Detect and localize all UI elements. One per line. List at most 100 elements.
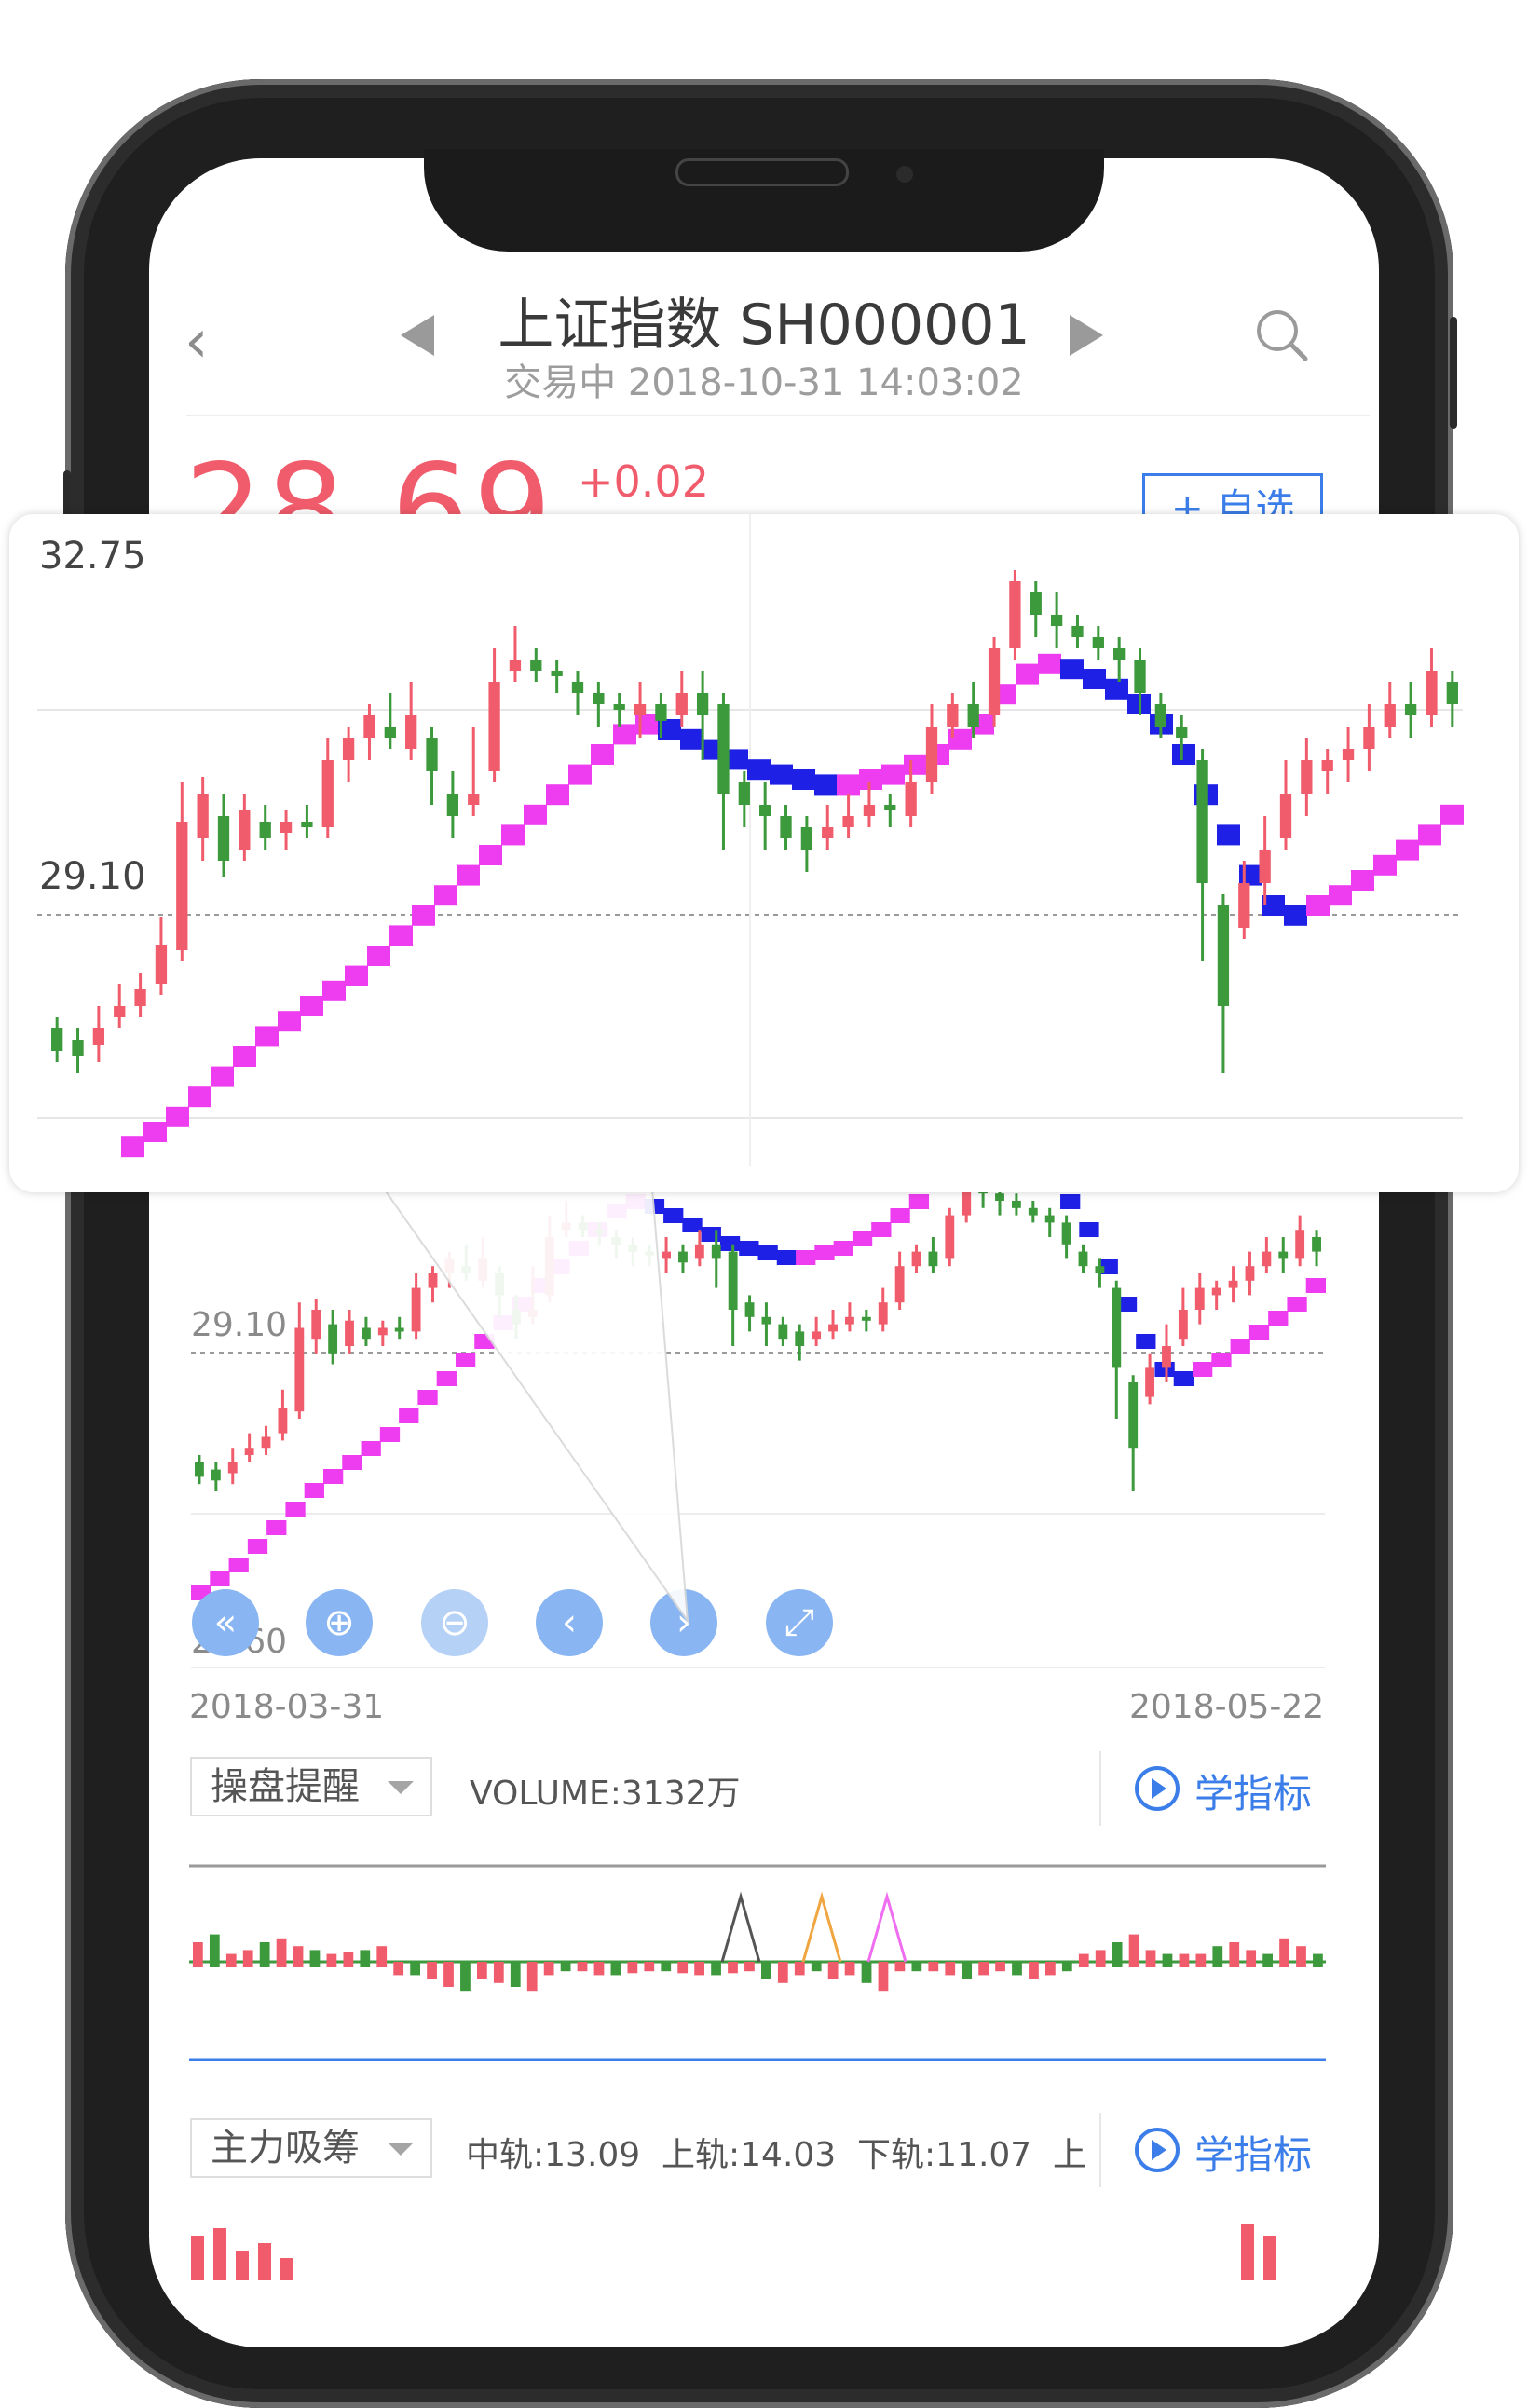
popup-ma-segment [904, 754, 927, 775]
popup-candle [1113, 648, 1126, 660]
popup-candle [342, 738, 355, 760]
popup-ma-segment [747, 759, 771, 781]
popup-candle [1321, 760, 1333, 771]
popup-ma-segment [211, 1066, 234, 1087]
popup-candle [1404, 704, 1417, 715]
popup-candle [863, 805, 876, 816]
popup-ma-segment [1440, 804, 1464, 825]
popup-ma-segment [1038, 653, 1061, 674]
popup-candle [530, 660, 542, 671]
popup-ma-segment [1306, 895, 1330, 916]
popup-ma-segment [389, 925, 413, 946]
popup-ma-segment [524, 804, 547, 825]
popup-ma-segment [792, 769, 815, 790]
popup-candle [675, 693, 688, 715]
popup-candle [1279, 794, 1292, 838]
popup-ma-segment [1239, 864, 1262, 886]
popup-y-mid-label: 29.10 [39, 855, 146, 898]
popup-ma-segment [613, 724, 636, 745]
popup-candle [51, 1028, 63, 1051]
popup-candle [155, 945, 168, 984]
popup-candle [1092, 637, 1104, 648]
popup-candle [842, 816, 854, 827]
popup-candle [800, 827, 813, 850]
popup-candle [1384, 704, 1396, 727]
popup-candle [1363, 727, 1375, 749]
popup-ma-segment [188, 1086, 211, 1108]
popup-candle [72, 1040, 84, 1056]
popup-candle [321, 760, 334, 827]
popup-candle [114, 1006, 126, 1017]
popup-ma-segment [591, 744, 614, 765]
popup-ma-segment [770, 764, 793, 785]
popup-ma-segment [1060, 659, 1084, 680]
popup-ma-segment [568, 764, 592, 785]
popup-ma-segment [1083, 669, 1106, 689]
popup-candle [176, 822, 188, 950]
popup-ma-segment [166, 1106, 189, 1127]
popup-candle [1030, 592, 1042, 615]
popup-ma-segment [501, 824, 525, 846]
popup-candle [884, 805, 896, 810]
popup-candle [280, 822, 293, 833]
popup-candle [1259, 850, 1271, 883]
popup-candle [1217, 905, 1230, 1006]
popup-candle [593, 693, 605, 704]
popup-ma-segment [1373, 854, 1397, 876]
popup-ma-segment [1172, 744, 1195, 765]
popup-candle [1176, 727, 1188, 738]
popup-candle [905, 782, 917, 816]
popup-candle [446, 794, 459, 816]
popup-ma-segment [457, 864, 480, 886]
popup-candle [405, 715, 417, 749]
popup-ma-segment [1284, 905, 1307, 926]
popup-ma-segment [278, 1011, 301, 1032]
popup-candle [426, 738, 438, 771]
popup-candle [1301, 760, 1313, 794]
popup-candle [509, 660, 522, 671]
popup-ma-segment [837, 774, 860, 796]
popup-ma-segment [1396, 839, 1419, 861]
popup-ma-segment [814, 774, 838, 796]
popup-ma-segment [233, 1046, 256, 1067]
popup-candle [488, 682, 500, 771]
popup-ma-segment [1418, 824, 1441, 846]
popup-candle [1050, 615, 1063, 626]
popup-ma-segment [1351, 870, 1374, 891]
popup-ma-segment [859, 769, 882, 790]
popup-candle [613, 704, 625, 710]
popup-ma-segment [881, 764, 905, 785]
popup-candle [259, 822, 271, 838]
popup-candle [947, 704, 959, 727]
popup-ma-segment [143, 1122, 167, 1142]
popup-ma-segment [546, 784, 569, 806]
popup-candle [1009, 581, 1021, 648]
popup-candle [759, 805, 771, 816]
popup-candle [738, 782, 750, 805]
popup-ma-segment [345, 965, 368, 986]
popup-candle [696, 693, 709, 715]
popup-ma-segment [1105, 678, 1128, 700]
popup-ma-segment [121, 1136, 144, 1158]
popup-candle [1071, 626, 1084, 637]
popup-candle [1196, 760, 1208, 883]
popup-candle [301, 822, 313, 827]
popup-ma-segment [680, 728, 703, 750]
popup-ma-segment [300, 996, 323, 1016]
popup-candle [1134, 660, 1146, 693]
popup-candle [217, 816, 230, 861]
popup-ma-segment [1329, 885, 1352, 906]
popup-candle [571, 682, 584, 693]
popup-candle [468, 794, 480, 805]
popup-candle [988, 648, 1001, 715]
popup-kline-chart [37, 514, 1464, 1166]
popup-candle [1238, 883, 1250, 928]
popup-candle [967, 704, 979, 727]
popup-candle [655, 704, 667, 721]
popup-ma-segment [255, 1026, 279, 1047]
popup-candle [1426, 671, 1438, 715]
popup-candle [551, 671, 563, 676]
popup-candle [363, 715, 375, 738]
zoom-popup: 32.75 29.10 [9, 514, 1519, 1192]
popup-candle [197, 794, 209, 838]
